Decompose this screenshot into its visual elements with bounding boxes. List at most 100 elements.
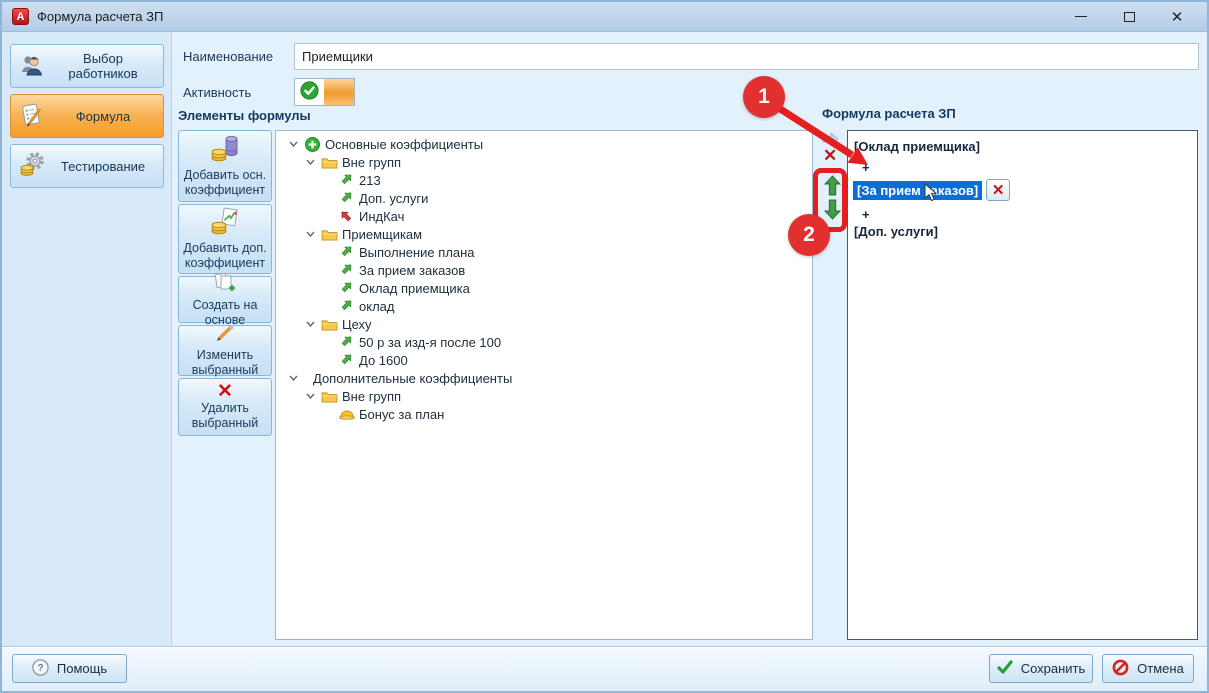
tree-item-group[interactable]: Приемщикам — [276, 225, 812, 243]
tree-item-label: Цеху — [342, 317, 372, 332]
tree-item-label: Вне групп — [342, 155, 401, 170]
svg-text:?: ? — [37, 663, 43, 674]
sidebar-item-label: Формула — [51, 109, 155, 124]
tree-item-label: Дополнительные коэффициенты — [313, 371, 512, 386]
chevron-down-icon[interactable] — [286, 375, 300, 381]
save-button-label: Сохранить — [1021, 661, 1086, 676]
formula-panel: [Оклад приемщика] + [За прием заказов] ✕… — [847, 130, 1198, 640]
pencil-icon — [214, 324, 236, 346]
minimize-button[interactable] — [1069, 6, 1093, 28]
tree-item-extra-coeffs[interactable]: Дополнительные коэффициенты — [276, 369, 812, 387]
formula-operator: + — [862, 207, 1192, 222]
green-arrow-icon — [338, 245, 355, 259]
chevron-down-icon[interactable] — [303, 231, 317, 237]
green-arrow-icon — [338, 353, 355, 367]
help-button-label: Помощь — [57, 661, 107, 676]
formula-operand[interactable]: [Оклад приемщика] — [854, 139, 1192, 154]
tree-item-label: Оклад приемщика — [359, 281, 470, 296]
folder-icon — [321, 156, 338, 169]
tool-button-label: Добавить доп. коэффициент — [181, 241, 269, 271]
tree-item-group[interactable]: Цеху — [276, 315, 812, 333]
green-arrow-icon — [338, 335, 355, 349]
tree-item-coeff[interactable]: До 1600 — [276, 351, 812, 369]
add-main-coeff-button[interactable]: Добавить осн. коэффициент — [178, 130, 272, 202]
helmet-icon — [338, 408, 355, 420]
sidebar-item-testing[interactable]: Тестирование — [10, 144, 164, 188]
chevron-down-icon[interactable] — [286, 141, 300, 147]
tree-item-label: За прием заказов — [359, 263, 465, 278]
sidebar-item-workers[interactable]: Выбор работников — [10, 44, 164, 88]
tool-button-label: Добавить осн. коэффициент — [181, 168, 269, 198]
tree-item-coeff[interactable]: Выполнение плана — [276, 243, 812, 261]
green-arrow-icon — [338, 281, 355, 295]
delete-selected-button[interactable]: ✕ Удалить выбранный — [178, 378, 272, 436]
name-input[interactable] — [294, 43, 1199, 70]
remove-from-formula-button[interactable]: ✕ — [823, 146, 837, 166]
tree-item-label: Доп. услуги — [359, 191, 428, 206]
formula-operator: + — [862, 160, 1192, 175]
red-arrow-icon — [338, 209, 355, 223]
sidebar-item-label: Выбор работников — [51, 51, 155, 81]
tree-item-coeff[interactable]: Бонус за план — [276, 405, 812, 423]
tree-item-coeff[interactable]: 50 р за изд-я после 100 — [276, 333, 812, 351]
tree-item-label: 50 р за изд-я после 100 — [359, 335, 501, 350]
create-from-base-button[interactable]: Создать на основе — [178, 276, 272, 323]
save-button[interactable]: Сохранить — [989, 654, 1093, 683]
coins-database-icon — [210, 134, 240, 166]
tree-item-main-coeffs[interactable]: Основные коэффициенты — [276, 135, 812, 153]
green-arrow-icon — [338, 173, 355, 187]
tree-item-group[interactable]: Вне групп — [276, 387, 812, 405]
tree-item-coeff[interactable]: оклад — [276, 297, 812, 315]
tool-button-label: Удалить выбранный — [181, 401, 269, 431]
activity-toggle[interactable] — [294, 78, 355, 106]
edit-selected-button[interactable]: Изменить выбранный — [178, 325, 272, 376]
copy-plus-icon — [213, 272, 237, 296]
green-arrow-icon — [338, 263, 355, 277]
app-logo-icon: A — [12, 8, 29, 25]
tree-item-coeff[interactable]: Оклад приемщика — [276, 279, 812, 297]
plus-circle-icon — [304, 137, 321, 152]
maximize-button[interactable] — [1117, 6, 1141, 28]
sidebar-item-label: Тестирование — [51, 159, 155, 174]
tree-item-label: До 1600 — [359, 353, 408, 368]
tree-item-coeff[interactable]: За прием заказов — [276, 261, 812, 279]
tree-item-label: ИндКач — [359, 209, 404, 224]
name-label: Наименование — [183, 49, 273, 64]
formula-operand[interactable]: [Доп. услуги] — [854, 224, 1192, 239]
chevron-down-icon[interactable] — [303, 159, 317, 165]
formula-operand-selected[interactable]: [За прием заказов] — [853, 181, 982, 200]
tree-item-label: оклад — [359, 299, 394, 314]
tree-item-label: Вне групп — [342, 389, 401, 404]
tree-item-coeff[interactable]: ИндКач — [276, 207, 812, 225]
chevron-down-icon[interactable] — [303, 321, 317, 327]
no-entry-icon — [1112, 659, 1129, 679]
workers-icon — [19, 52, 45, 81]
tree-item-coeff[interactable]: 213 — [276, 171, 812, 189]
tool-button-label: Изменить выбранный — [181, 348, 269, 378]
activity-label: Активность — [183, 85, 251, 100]
cancel-button-label: Отмена — [1137, 661, 1184, 676]
folder-icon — [321, 390, 338, 403]
help-button[interactable]: ? Помощь — [12, 654, 127, 683]
tree-item-group[interactable]: Вне групп — [276, 153, 812, 171]
green-arrow-icon — [338, 191, 355, 205]
folder-icon — [321, 318, 338, 331]
mouse-cursor — [924, 183, 938, 203]
folder-icon — [321, 228, 338, 241]
title-bar: A Формула расчета ЗП ✕ — [2, 2, 1207, 32]
green-arrow-icon — [338, 299, 355, 313]
tree-item-label: Выполнение плана — [359, 245, 475, 260]
close-button[interactable]: ✕ — [1165, 6, 1189, 28]
tree-item-label: Бонус за план — [359, 407, 444, 422]
app-window: A Формула расчета ЗП ✕ Выбор работников — [0, 0, 1209, 693]
cancel-button[interactable]: Отмена — [1102, 654, 1194, 683]
delete-operand-button[interactable]: ✕ — [986, 179, 1010, 201]
sidebar: Выбор работников Формула — [2, 32, 172, 650]
add-extra-coeff-button[interactable]: Добавить доп. коэффициент — [178, 204, 272, 274]
chevron-down-icon[interactable] — [303, 393, 317, 399]
formula-panel-title: Формула расчета ЗП — [822, 106, 956, 121]
sidebar-item-formula[interactable]: Формула — [10, 94, 164, 138]
tree-item-coeff[interactable]: Доп. услуги — [276, 189, 812, 207]
tree-item-label: 213 — [359, 173, 381, 188]
green-check-icon — [997, 660, 1013, 677]
